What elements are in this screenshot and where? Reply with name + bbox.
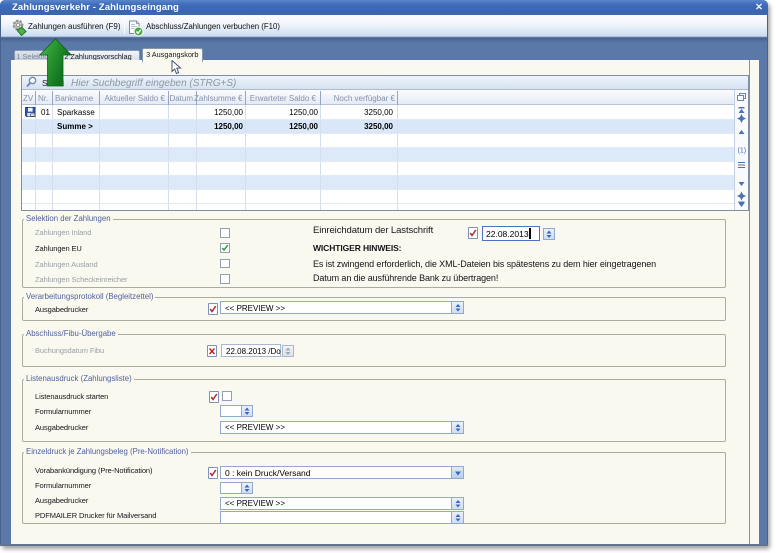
svg-text:(1): (1) xyxy=(738,148,747,155)
